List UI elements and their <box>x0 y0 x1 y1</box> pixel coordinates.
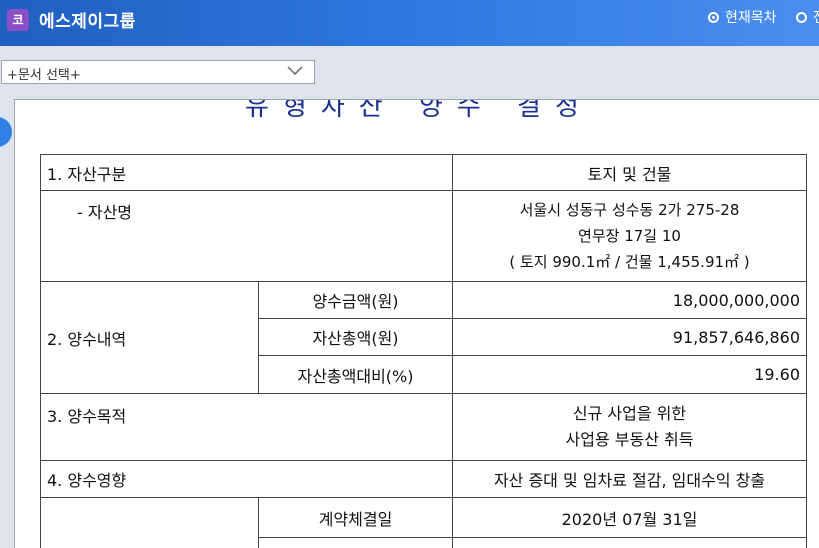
radio-checked-icon <box>708 12 719 23</box>
acquisition-amount-value: 18,000,000,000 <box>453 282 807 319</box>
table-row: 2. 양수내역 양수금액(원) 18,000,000,000 <box>41 282 807 319</box>
contract-date-value: 2020년 07월 31일 <box>453 498 807 538</box>
radio-other-toc-label: 전 <box>813 7 819 27</box>
asset-address-line: 서울시 성동구 성수동 2가 275-28 <box>459 197 800 223</box>
document-viewer: 유형자산 양수 결정 1. 자산구분 토지 및 건물 - 자산명 서울시 성동구… <box>14 99 819 548</box>
total-assets-label: 자산총액(원) <box>259 319 453 356</box>
app-title: 에스제이그룹 <box>39 7 136 32</box>
asset-type-value: 토지 및 건물 <box>453 155 807 191</box>
asset-ratio-value: 19.60 <box>453 356 807 394</box>
table-row: - 자산명 서울시 성동구 성수동 2가 275-28 연무장 17길 10 (… <box>41 191 807 282</box>
asset-type-label: 1. 자산구분 <box>41 155 453 191</box>
purpose-label: 3. 양수목적 <box>41 394 453 461</box>
side-panel-toggle[interactable] <box>0 117 12 147</box>
radio-unchecked-icon <box>796 12 807 23</box>
purpose-line: 신규 사업을 위한 <box>459 401 800 427</box>
radio-current-toc[interactable]: 현재목차 <box>708 7 777 27</box>
asset-name-label: - 자산명 <box>41 191 453 282</box>
acquisition-amount-label: 양수금액(원) <box>259 282 453 319</box>
document-select-value: +문서 선택+ <box>7 64 81 83</box>
schedule-next-label <box>259 538 453 548</box>
total-assets-value: 91,857,646,860 <box>453 319 807 356</box>
contract-date-label: 계약체결일 <box>259 498 453 538</box>
acquisition-label: 2. 양수내역 <box>41 282 259 394</box>
chevron-down-icon <box>286 64 304 78</box>
asset-ratio-label: 자산총액대비(%) <box>259 356 453 394</box>
purpose-value: 신규 사업을 위한 사업용 부동산 취득 <box>453 394 807 461</box>
document-select[interactable]: +문서 선택+ <box>1 60 315 84</box>
table-row: 1. 자산구분 토지 및 건물 <box>41 155 807 191</box>
asset-name-value: 서울시 성동구 성수동 2가 275-28 연무장 17길 10 ( 토지 99… <box>453 191 807 282</box>
effect-label: 4. 양수영향 <box>41 461 453 498</box>
effect-value: 자산 증대 및 임차료 절감, 임대수익 창출 <box>453 461 807 498</box>
asset-address-line: 연무장 17길 10 <box>459 223 800 249</box>
radio-current-toc-label: 현재목차 <box>725 7 777 27</box>
purpose-line: 사업용 부동산 취득 <box>459 427 800 453</box>
table-row: 4. 양수영향 자산 증대 및 임차료 절감, 임대수익 창출 <box>41 461 807 498</box>
top-bar: 코 에스제이그룹 현재목차 전 <box>0 0 819 46</box>
app-icon: 코 <box>7 9 29 31</box>
table-row: 3. 양수목적 신규 사업을 위한 사업용 부동산 취득 <box>41 394 807 461</box>
disclosure-table: 1. 자산구분 토지 및 건물 - 자산명 서울시 성동구 성수동 2가 275… <box>40 154 807 548</box>
radio-other-toc[interactable]: 전 <box>796 7 819 27</box>
schedule-next-value <box>453 538 807 548</box>
table-row: 계약체결일 2020년 07월 31일 <box>41 498 807 538</box>
document-title: 유형자산 양수 결정 <box>245 99 593 123</box>
schedule-label <box>41 498 259 548</box>
asset-area-line: ( 토지 990.1㎡ / 건물 1,455.91㎡ ) <box>459 249 800 275</box>
